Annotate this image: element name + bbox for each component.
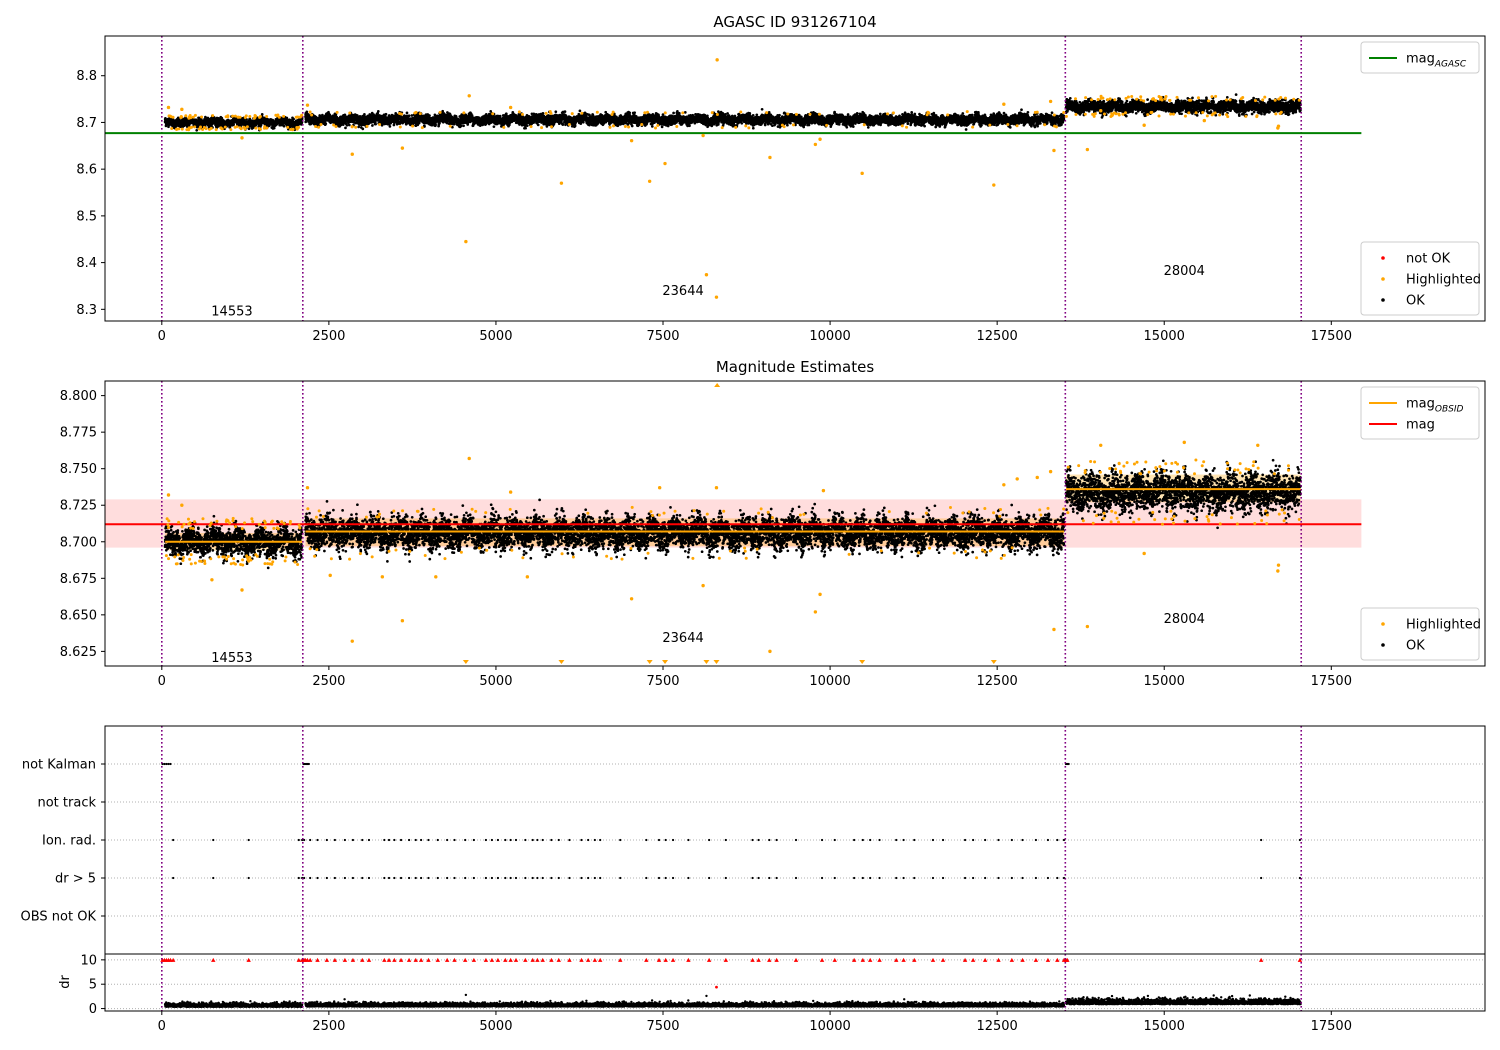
ok-point [525,124,529,127]
ok-point [405,111,409,115]
ok-point [345,123,349,127]
ok-point [492,125,496,129]
magnitude-estimates-panel: Magnitude Estimates [716,358,874,376]
ok-point [285,116,289,120]
ok-point [392,123,396,127]
ok-point [304,120,308,124]
dr-panel: dr [58,975,73,989]
ok-point [498,114,502,118]
ok-point [344,126,347,130]
ok-point [371,124,374,127]
ok-point [563,110,567,113]
figure: AGASC ID 931267104 Magnitude Estimates d… [0,0,1500,1050]
ok-point [292,117,295,121]
dr-axis-label: dr [58,975,73,989]
ok-point [324,122,328,126]
ok-point [459,124,463,128]
ok-point [388,125,392,128]
ok-point [578,109,582,113]
ok-point [410,114,414,117]
ok-point [536,123,540,127]
ok-point [384,112,388,116]
ok-point [376,110,380,113]
ok-point [462,124,465,128]
ok-point [347,123,351,127]
ok-point [357,125,361,129]
ok-point [305,110,309,114]
ok-point [374,122,377,126]
ok-point [524,126,527,130]
ok-point [441,109,445,113]
ok-point [434,123,437,127]
ok-point [561,123,565,126]
ok-point [272,126,276,130]
ok-point [195,128,199,132]
ok-point [452,122,456,126]
ok-point [361,127,365,131]
ok-point [282,124,286,128]
ok-point [541,112,545,115]
ok-point [407,114,411,118]
agasc-panel-title: AGASC ID 931267104 [713,13,876,31]
agasc-panel: AGASC ID 931267104 [713,13,876,31]
ok-point [554,110,558,114]
magnitude-estimates-title: Magnitude Estimates [716,358,874,376]
